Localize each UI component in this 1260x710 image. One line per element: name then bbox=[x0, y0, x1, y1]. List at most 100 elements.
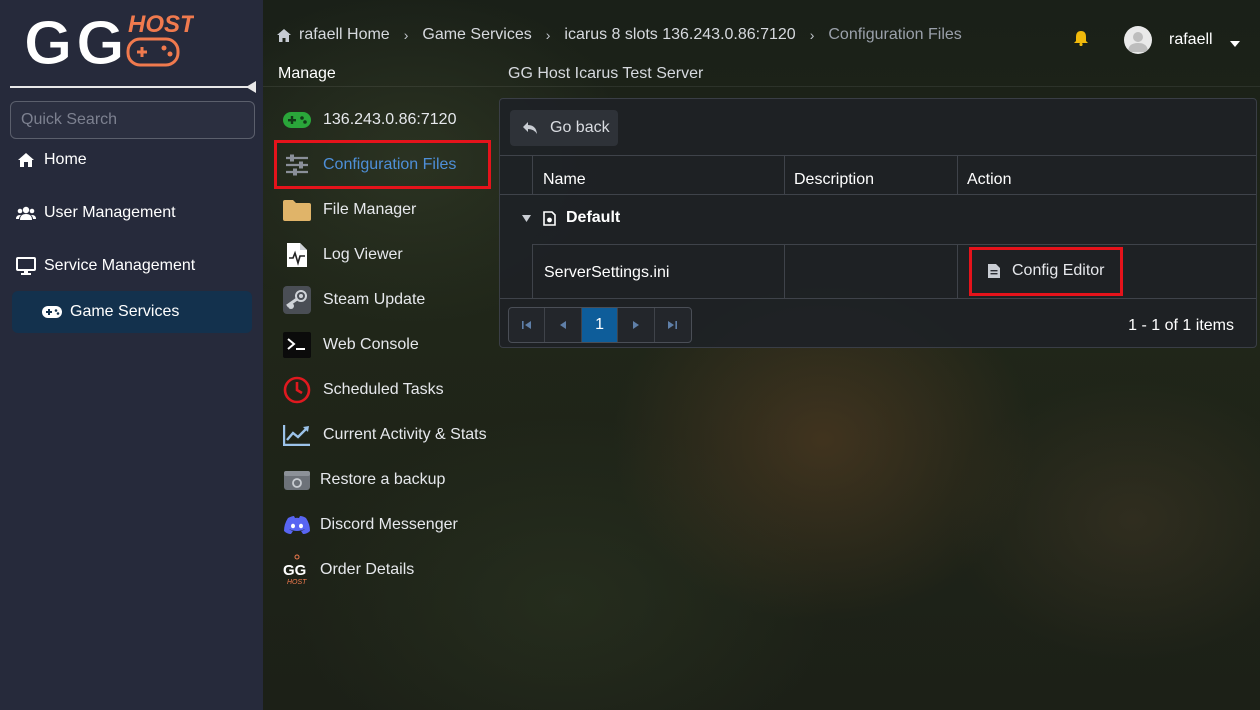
manage-item-configuration-files[interactable]: Configuration Files bbox=[283, 148, 456, 182]
home-icon[interactable] bbox=[277, 28, 291, 42]
group-row-default: Default bbox=[522, 209, 620, 227]
last-page-button[interactable] bbox=[655, 308, 691, 342]
breadcrumb-separator: › bbox=[545, 27, 551, 43]
page-number-button[interactable]: 1 bbox=[581, 308, 619, 342]
manage-item-label: Web Console bbox=[323, 336, 419, 353]
username[interactable]: rafaell bbox=[1169, 31, 1213, 49]
manage-item-label: File Manager bbox=[323, 201, 417, 218]
manage-item-label: Restore a backup bbox=[320, 471, 446, 488]
sidebar-item-label: User Management bbox=[44, 204, 176, 221]
manage-item-label: Log Viewer bbox=[323, 246, 403, 263]
svg-text:HOST: HOST bbox=[287, 579, 307, 586]
manage-heading: Manage bbox=[278, 65, 336, 82]
group-label: Default bbox=[566, 209, 621, 226]
pagination-info: 1 - 1 of 1 items bbox=[1128, 317, 1234, 334]
sidebar: GG HOST Home User Management Service Man… bbox=[0, 0, 263, 710]
sidebar-collapse-arrow-icon[interactable] bbox=[246, 81, 256, 93]
breadcrumb-current: Configuration Files bbox=[828, 26, 962, 43]
quick-search-input[interactable] bbox=[10, 101, 255, 139]
next-page-button[interactable] bbox=[618, 308, 655, 342]
table-column-divider bbox=[957, 155, 958, 195]
go-back-label: Go back bbox=[550, 119, 610, 136]
steam-icon bbox=[283, 286, 311, 314]
log-file-icon bbox=[283, 241, 311, 269]
table-divider bbox=[500, 155, 1256, 156]
column-header-description[interactable]: Description bbox=[794, 171, 874, 189]
header-divider bbox=[263, 86, 1260, 87]
backup-drive-icon bbox=[283, 466, 311, 494]
home-icon bbox=[16, 151, 36, 169]
manage-item-label: Configuration Files bbox=[323, 156, 457, 173]
manage-item-log-viewer[interactable]: Log Viewer bbox=[283, 238, 403, 272]
user-menu-caret-icon[interactable] bbox=[1230, 34, 1240, 52]
manage-item-label: Steam Update bbox=[323, 291, 426, 308]
notification-bell-icon[interactable] bbox=[1074, 30, 1088, 51]
main-area: rafaell Home › Game Services › icarus 8 … bbox=[263, 0, 1260, 710]
column-header-action[interactable]: Action bbox=[967, 171, 1011, 189]
config-editor-label: Config Editor bbox=[1012, 262, 1105, 279]
pagination: 1 bbox=[508, 307, 692, 343]
green-gamepad-icon bbox=[283, 106, 311, 134]
folder-icon bbox=[283, 196, 311, 224]
config-editor-button[interactable]: Config Editor bbox=[974, 252, 1114, 290]
breadcrumb-home[interactable]: rafaell Home bbox=[299, 26, 390, 44]
sidebar-item-label: Game Services bbox=[70, 303, 180, 320]
gghost-logo[interactable]: GG HOST bbox=[24, 6, 194, 71]
table-divider bbox=[500, 298, 1256, 299]
monitor-icon bbox=[16, 257, 36, 275]
back-arrow-icon bbox=[522, 121, 538, 135]
manage-item-label: 136.243.0.86:7120 bbox=[323, 111, 457, 128]
go-back-button[interactable]: Go back bbox=[510, 110, 618, 146]
sidebar-item-label: Service Management bbox=[44, 257, 196, 274]
manage-item-discord-messenger[interactable]: Discord Messenger bbox=[283, 508, 458, 542]
manage-item-web-console[interactable]: Web Console bbox=[283, 328, 419, 362]
table-column-divider bbox=[957, 244, 958, 298]
logo-letters: GG bbox=[24, 9, 128, 70]
manage-item-label: Scheduled Tasks bbox=[323, 381, 444, 398]
column-header-name[interactable]: Name bbox=[543, 171, 586, 189]
server-name: GG Host Icarus Test Server bbox=[508, 65, 704, 82]
logo-word: HOST bbox=[128, 11, 194, 38]
file-name-cell: ServerSettings.ini bbox=[544, 264, 670, 281]
sidebar-item-home[interactable]: Home bbox=[16, 145, 87, 175]
chart-icon bbox=[283, 421, 311, 449]
manage-item-steam-update[interactable]: Steam Update bbox=[283, 283, 425, 317]
collapse-triangle-icon[interactable] bbox=[522, 209, 531, 227]
sliders-icon bbox=[283, 151, 311, 179]
gghost-logo-icon: GG HOST bbox=[283, 554, 311, 586]
logo-divider bbox=[10, 86, 248, 88]
table-column-divider bbox=[532, 155, 533, 195]
svg-text:GG: GG bbox=[283, 562, 306, 579]
breadcrumb-separator: › bbox=[809, 27, 815, 43]
settings-file-icon bbox=[543, 210, 556, 226]
table-divider bbox=[532, 244, 1256, 245]
file-edit-icon bbox=[988, 264, 1000, 278]
breadcrumb-separator: › bbox=[403, 27, 409, 43]
gamepad-icon bbox=[42, 306, 62, 318]
manage-item-address[interactable]: 136.243.0.86:7120 bbox=[283, 103, 456, 137]
table-divider bbox=[500, 194, 1256, 195]
manage-item-scheduled-tasks[interactable]: Scheduled Tasks bbox=[283, 373, 444, 407]
discord-icon bbox=[283, 511, 311, 539]
config-files-panel: Go back Name Description Action Default … bbox=[499, 98, 1257, 348]
manage-item-file-manager[interactable]: File Manager bbox=[283, 193, 416, 227]
terminal-icon bbox=[283, 331, 311, 359]
table-column-divider bbox=[784, 244, 785, 298]
sidebar-item-game-services[interactable]: Game Services bbox=[12, 291, 252, 333]
avatar[interactable] bbox=[1124, 26, 1152, 54]
users-icon bbox=[16, 204, 36, 222]
sidebar-item-user-management[interactable]: User Management bbox=[16, 198, 176, 228]
manage-item-label: Order Details bbox=[320, 561, 415, 578]
previous-page-button[interactable] bbox=[545, 308, 582, 342]
breadcrumb: rafaell Home › Game Services › icarus 8 … bbox=[277, 24, 962, 46]
table-column-divider bbox=[532, 244, 533, 298]
first-page-button[interactable] bbox=[509, 308, 546, 342]
manage-item-restore-backup[interactable]: Restore a backup bbox=[283, 463, 445, 497]
breadcrumb-game-services[interactable]: Game Services bbox=[422, 26, 531, 44]
manage-item-current-activity[interactable]: Current Activity & Stats bbox=[283, 418, 487, 452]
clock-icon bbox=[283, 376, 311, 404]
sidebar-item-service-management[interactable]: Service Management bbox=[16, 251, 195, 281]
manage-item-order-details[interactable]: GG HOST Order Details bbox=[283, 553, 414, 587]
sidebar-item-label: Home bbox=[44, 151, 87, 168]
breadcrumb-server[interactable]: icarus 8 slots 136.243.0.86:7120 bbox=[564, 26, 795, 44]
